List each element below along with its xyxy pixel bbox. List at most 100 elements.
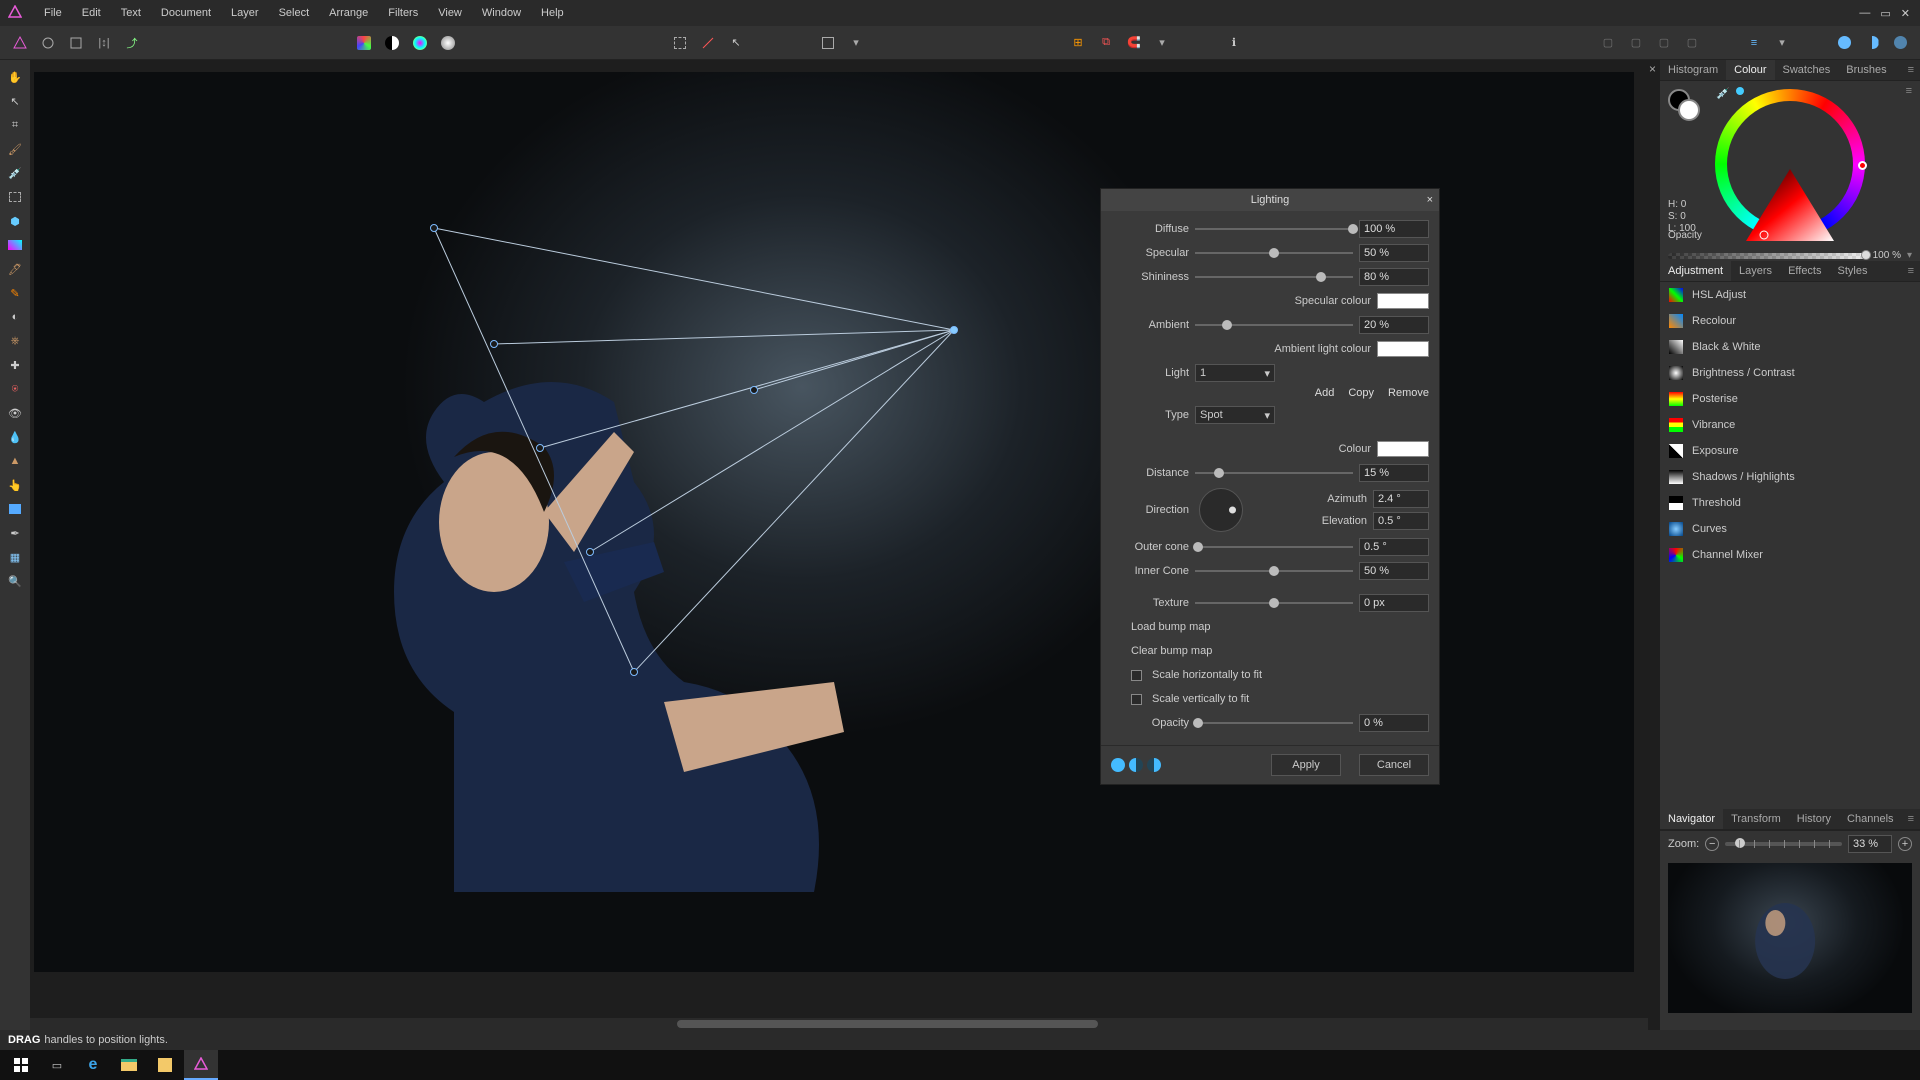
assistant-icon[interactable]: ℹ: [1222, 31, 1246, 55]
explorer-icon[interactable]: [112, 1050, 146, 1080]
swatch-rgb-icon[interactable]: [408, 31, 432, 55]
specular-colour-swatch[interactable]: [1377, 293, 1429, 309]
tab-colour[interactable]: Colour: [1726, 60, 1774, 80]
zoom-slider[interactable]: [1725, 842, 1842, 846]
tool-flood[interactable]: ⬢: [4, 210, 26, 232]
outer-cone-value[interactable]: 0.5 °: [1359, 538, 1429, 556]
clear-bump-link[interactable]: Clear bump map: [1131, 645, 1212, 657]
ambient-colour-swatch[interactable]: [1377, 341, 1429, 357]
start-button[interactable]: [4, 1050, 38, 1080]
specular-value[interactable]: 50 %: [1359, 244, 1429, 262]
tab-adjustment[interactable]: Adjustment: [1660, 261, 1731, 281]
arrange-backward-icon[interactable]: ▢: [1624, 31, 1648, 55]
distance-slider[interactable]: [1195, 466, 1353, 480]
shininess-slider[interactable]: [1195, 270, 1353, 284]
menu-help[interactable]: Help: [531, 7, 574, 19]
light-node[interactable]: [490, 340, 498, 348]
menu-select[interactable]: Select: [269, 7, 320, 19]
light-node[interactable]: [430, 224, 438, 232]
arrange-forward-icon[interactable]: ▢: [1652, 31, 1676, 55]
store-icon[interactable]: [148, 1050, 182, 1080]
adjustment-item[interactable]: Channel Mixer: [1660, 542, 1920, 568]
azimuth-value[interactable]: 2.4 °: [1373, 490, 1429, 508]
adjustment-item[interactable]: Recolour: [1660, 308, 1920, 334]
tab-histogram[interactable]: Histogram: [1660, 60, 1726, 80]
inner-cone-value[interactable]: 50 %: [1359, 562, 1429, 580]
colour-triangle[interactable]: [1742, 165, 1838, 249]
tool-redeye[interactable]: 👁: [4, 402, 26, 424]
affinity-taskbar-icon[interactable]: [184, 1050, 218, 1080]
op-add-icon[interactable]: [1832, 31, 1856, 55]
quickmask-icon[interactable]: [816, 31, 840, 55]
colour-panel-menu-icon[interactable]: ≡: [1906, 85, 1912, 97]
adjustment-item[interactable]: HSL Adjust: [1660, 282, 1920, 308]
cancel-button[interactable]: Cancel: [1359, 754, 1429, 776]
menu-layer[interactable]: Layer: [221, 7, 269, 19]
zoom-out-icon[interactable]: −: [1705, 837, 1719, 851]
light-select[interactable]: 1▾: [1195, 364, 1275, 382]
snap-caret-icon[interactable]: ▾: [1150, 31, 1174, 55]
inner-cone-slider[interactable]: [1195, 564, 1353, 578]
adjustment-item[interactable]: Curves: [1660, 516, 1920, 542]
op-int-icon[interactable]: [1888, 31, 1912, 55]
light-node[interactable]: [536, 444, 544, 452]
distance-value[interactable]: 15 %: [1359, 464, 1429, 482]
tab-transform[interactable]: Transform: [1723, 809, 1789, 829]
light-add-link[interactable]: Add: [1315, 387, 1335, 399]
adjustment-item[interactable]: Posterise: [1660, 386, 1920, 412]
light-copy-link[interactable]: Copy: [1348, 387, 1374, 399]
diffuse-value[interactable]: 100 %: [1359, 220, 1429, 238]
apply-button[interactable]: Apply: [1271, 754, 1341, 776]
tool-smudge[interactable]: 👆: [4, 474, 26, 496]
menu-file[interactable]: File: [34, 7, 72, 19]
edge-icon[interactable]: e: [76, 1050, 110, 1080]
menu-edit[interactable]: Edit: [72, 7, 111, 19]
adjustment-item[interactable]: Black & White: [1660, 334, 1920, 360]
specular-slider[interactable]: [1195, 246, 1353, 260]
tool-gradient[interactable]: [4, 234, 26, 256]
texture-value[interactable]: 0 px: [1359, 594, 1429, 612]
tool-mesh[interactable]: ▦: [4, 546, 26, 568]
tab-layers[interactable]: Layers: [1731, 261, 1780, 281]
snap-grid-icon[interactable]: ⊞: [1066, 31, 1090, 55]
light-remove-link[interactable]: Remove: [1388, 387, 1429, 399]
adjustment-item[interactable]: Shadows / Highlights: [1660, 464, 1920, 490]
adjustment-item[interactable]: Brightness / Contrast: [1660, 360, 1920, 386]
taskview-icon[interactable]: ▭: [40, 1050, 74, 1080]
tool-patch[interactable]: ✚: [4, 354, 26, 376]
scale-v-checkbox[interactable]: [1131, 694, 1142, 705]
maximise-icon[interactable]: ▭: [1880, 7, 1890, 20]
type-select[interactable]: Spot▾: [1195, 406, 1275, 424]
zoom-value[interactable]: 33 %: [1848, 835, 1892, 853]
tab-history[interactable]: History: [1789, 809, 1839, 829]
tool-dodge[interactable]: ◐: [4, 306, 26, 328]
dialog-opacity-value[interactable]: 0 %: [1359, 714, 1429, 732]
snap-mag-icon[interactable]: ⧉: [1094, 31, 1118, 55]
navigator-preview[interactable]: [1668, 863, 1912, 1013]
load-bump-link[interactable]: Load bump map: [1131, 621, 1211, 633]
tool-inpaint[interactable]: ⍟: [4, 378, 26, 400]
menu-view[interactable]: View: [428, 7, 472, 19]
panel-menu-icon[interactable]: ≡: [1902, 60, 1920, 80]
ambient-slider[interactable]: [1195, 318, 1353, 332]
tab-swatches[interactable]: Swatches: [1775, 60, 1839, 80]
align-icon[interactable]: ≡: [1742, 31, 1766, 55]
swatch-grey-icon[interactable]: [436, 31, 460, 55]
preset-3-icon[interactable]: [1147, 758, 1161, 772]
diffuse-slider[interactable]: [1195, 222, 1353, 236]
close-icon[interactable]: ✕: [1901, 7, 1910, 20]
tab-brushes[interactable]: Brushes: [1838, 60, 1894, 80]
menu-text[interactable]: Text: [111, 7, 151, 19]
scale-h-checkbox[interactable]: [1131, 670, 1142, 681]
swatch-multi-icon[interactable]: [352, 31, 376, 55]
opacity-slider[interactable]: [1668, 253, 1867, 259]
selection-marquee-icon[interactable]: [668, 31, 692, 55]
persona-photo-icon[interactable]: [8, 31, 32, 55]
tool-pencil[interactable]: ✎: [4, 282, 26, 304]
menu-document[interactable]: Document: [151, 7, 221, 19]
elevation-value[interactable]: 0.5 °: [1373, 512, 1429, 530]
tab-channels[interactable]: Channels: [1839, 809, 1901, 829]
light-node[interactable]: [750, 386, 758, 394]
adjustment-item[interactable]: Threshold: [1660, 490, 1920, 516]
menu-filters[interactable]: Filters: [378, 7, 428, 19]
